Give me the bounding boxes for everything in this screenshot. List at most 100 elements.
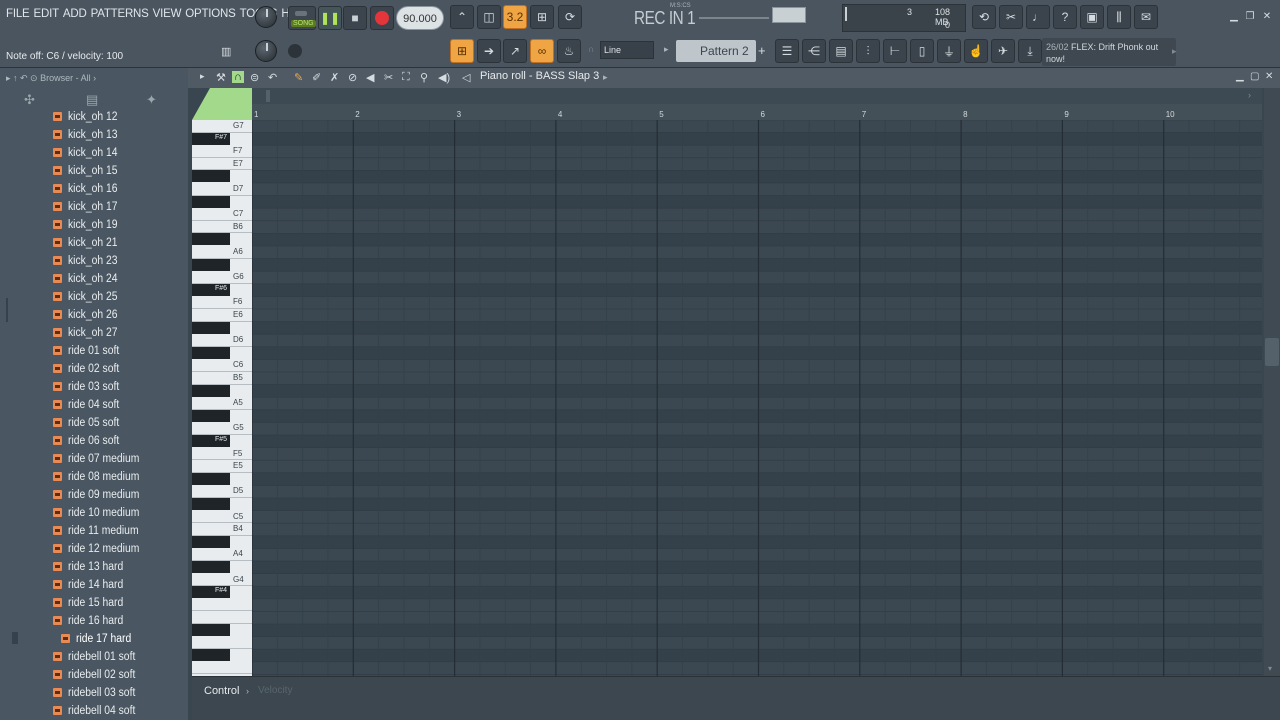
typing-keyboard-button[interactable]: ⊞ (530, 5, 554, 29)
browser-file-item[interactable]: ride 13 hard (0, 558, 188, 576)
browser-resize-handle[interactable] (6, 298, 8, 322)
browser-tools-icon[interactable]: ✦ (146, 92, 157, 108)
pr-close-icon[interactable]: ✕ (1265, 71, 1273, 82)
white-key[interactable] (192, 397, 252, 410)
browser-file-item[interactable]: ride 10 medium (0, 504, 188, 522)
download-button[interactable]: ⤓ (1018, 39, 1042, 63)
ruler-scroll-right-icon[interactable]: › (1248, 90, 1251, 100)
channel-rack-button[interactable]: ▤ (829, 39, 853, 63)
title-arrow-icon[interactable]: ▸ (603, 72, 608, 83)
pencil-tool-icon[interactable]: ✎ (294, 71, 303, 84)
brush-tool-icon[interactable]: ✐ (312, 71, 321, 84)
browser-file-item[interactable]: ride 03 soft (0, 378, 188, 396)
black-key[interactable] (192, 233, 230, 246)
link-button[interactable]: ∞ (530, 39, 554, 63)
browser-nav-icons[interactable]: ▸ ↑ ↶ ⊙ (6, 73, 40, 83)
channel-rack-tree-button[interactable]: ⊢ (883, 39, 907, 63)
browser-file-item[interactable]: ride 11 medium (0, 522, 188, 540)
browser-file-item[interactable]: ride 14 hard (0, 576, 188, 594)
browser-file-item[interactable]: ride 16 hard (0, 612, 188, 630)
black-key[interactable] (192, 535, 230, 548)
pitch-slider-handle[interactable] (288, 44, 302, 58)
note-grid[interactable] (252, 120, 1262, 676)
control-arrow-icon[interactable]: › (246, 686, 249, 696)
save-button[interactable]: ▣ (1080, 5, 1104, 29)
browser-file-item[interactable]: ridebell 02 soft (0, 666, 188, 684)
pr-minimize-icon[interactable]: ▁ (1236, 71, 1244, 82)
black-key[interactable] (192, 624, 230, 636)
scroll-down-icon[interactable]: ▾ (1268, 664, 1272, 673)
piano-keyboard[interactable]: G7 F#7 F7 E7 D7 C7 B6 A6 G6 F#6 F6 E6 D6 C6 B5 A5 G5 F#5 F… (192, 120, 252, 676)
browser-file-item[interactable]: kick_oh 15 (0, 162, 188, 180)
mixer-button[interactable]: ⫶ (856, 39, 880, 63)
wait-input-button[interactable]: ◫ (477, 5, 501, 29)
menu-patterns[interactable]: PATTERNS (89, 8, 151, 20)
browser-file-item[interactable]: kick_oh 12 (0, 108, 188, 126)
panel-menu-icon[interactable]: ▥ (221, 45, 231, 58)
help-button[interactable]: ? (1053, 5, 1077, 29)
piano-roll-view-button[interactable]: ⊞ (450, 39, 474, 63)
browser-button[interactable]: ▯ (910, 39, 934, 63)
delete-tool-icon[interactable]: ✗ (330, 71, 339, 84)
restore-icon[interactable]: ❐ (1244, 12, 1256, 22)
loop-record-button[interactable]: ⟳ (558, 5, 582, 29)
browser-file-item[interactable]: kick_oh 16 (0, 180, 188, 198)
record-button[interactable] (370, 6, 394, 30)
black-key[interactable] (192, 384, 230, 397)
white-key[interactable] (192, 637, 252, 650)
one-click-audio-button[interactable]: ✈ (991, 39, 1015, 63)
browser-file-item[interactable]: ride 01 soft (0, 342, 188, 360)
white-key[interactable] (192, 246, 252, 259)
black-key[interactable] (192, 170, 230, 183)
browser-file-item[interactable]: ride 17 hard (0, 630, 188, 648)
zoom-tool-icon[interactable]: ⚲ (420, 71, 428, 84)
browser-file-item[interactable]: kick_oh 19 (0, 216, 188, 234)
browser-file-item[interactable]: ridebell 01 soft (0, 648, 188, 666)
playback-tool-icon[interactable]: ◀) (438, 71, 450, 84)
playhead-marker[interactable] (266, 90, 270, 102)
browser-file-item[interactable]: ride 12 medium (0, 540, 188, 558)
browser-file-item[interactable]: kick_oh 27 (0, 324, 188, 342)
control-label[interactable]: Control (204, 685, 239, 697)
close-icon[interactable]: ✕ (1261, 12, 1273, 22)
mixer-view-button[interactable]: ⫼ (1107, 5, 1131, 29)
black-key[interactable] (192, 258, 230, 271)
master-volume-knob[interactable] (255, 6, 277, 28)
white-key[interactable] (192, 448, 252, 461)
snap-step-button[interactable]: 3.2 (503, 5, 527, 29)
black-key[interactable] (192, 321, 230, 334)
slide-tool-button[interactable]: ↗ (503, 39, 527, 63)
black-key[interactable] (192, 346, 230, 359)
browser-file-item[interactable]: ride 15 hard (0, 594, 188, 612)
browser-files-icon[interactable]: ▤ (86, 92, 98, 108)
mute-tool-icon[interactable]: ⊘ (348, 71, 357, 84)
white-key[interactable] (192, 662, 252, 675)
output-monitor[interactable] (772, 7, 806, 23)
white-key[interactable] (192, 599, 252, 612)
browser-file-item[interactable]: kick_oh 17 (0, 198, 188, 216)
black-key[interactable] (192, 409, 230, 422)
vertical-scrollbar[interactable]: ▾ (1264, 88, 1280, 676)
black-key[interactable] (192, 649, 230, 662)
browser-file-item[interactable]: kick_oh 13 (0, 126, 188, 144)
chat-button[interactable]: ✉ (1134, 5, 1158, 29)
browser-file-item[interactable]: kick_oh 14 (0, 144, 188, 162)
menu-view[interactable]: VIEW (151, 8, 184, 20)
play-pause-button[interactable]: ❚❚ (318, 6, 342, 30)
cut-tool-button[interactable]: ✂ (999, 5, 1023, 29)
settings-icon[interactable]: ⊜ (250, 71, 259, 84)
black-key[interactable] (192, 561, 230, 573)
white-key[interactable] (192, 309, 252, 322)
pattern-prev-icon[interactable]: ▸ (664, 44, 669, 55)
pr-maximize-icon[interactable]: ▢ (1250, 71, 1259, 82)
reverse-icon[interactable]: ↶ (268, 71, 277, 84)
snap-magnet-icon[interactable]: ∩ (232, 71, 244, 83)
browser-file-item[interactable]: ride 07 medium (0, 450, 188, 468)
timeline-ruler[interactable]: › 1 2 3 4 5 6 7 8 9 10 (252, 88, 1262, 120)
white-key[interactable] (192, 372, 252, 385)
browser-file-item[interactable]: ride 08 medium (0, 468, 188, 486)
black-key[interactable] (192, 195, 230, 208)
news-next-icon[interactable]: ▸ (1172, 46, 1177, 57)
browser-collapse-icon[interactable]: ✣ (24, 92, 35, 108)
black-key[interactable] (192, 498, 230, 510)
